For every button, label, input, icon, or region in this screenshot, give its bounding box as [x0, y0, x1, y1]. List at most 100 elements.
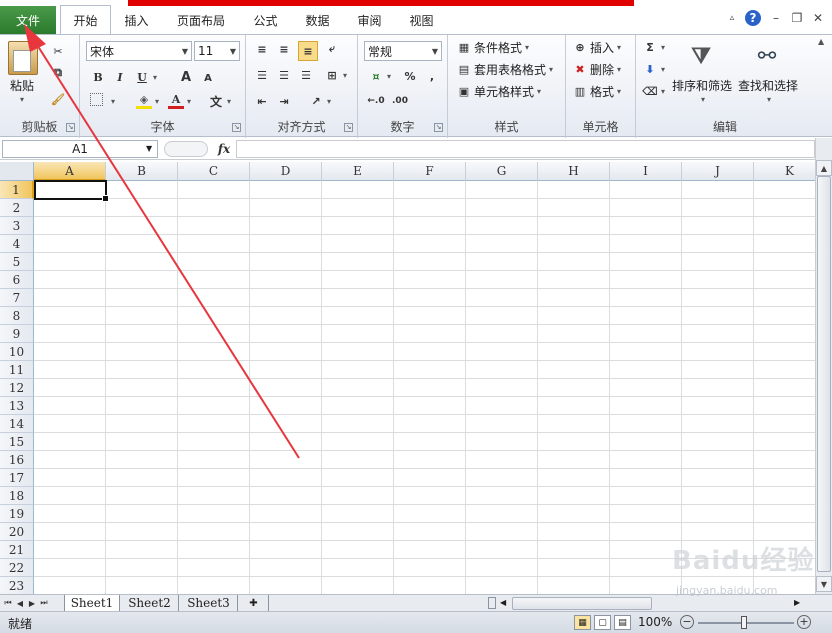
- row-header-22[interactable]: 22: [0, 559, 34, 577]
- horizontal-scroll-thumb[interactable]: [512, 597, 652, 610]
- row-header-15[interactable]: 15: [0, 433, 34, 451]
- paste-dropdown-icon[interactable]: ▾: [20, 95, 24, 104]
- number-launcher-icon[interactable]: ↘: [434, 123, 443, 132]
- autosum-button[interactable]: Σ ▾: [642, 39, 665, 55]
- normal-view-icon[interactable]: ▦: [574, 615, 591, 630]
- scroll-right-icon[interactable]: ▶: [794, 598, 800, 607]
- number-format-combo[interactable]: 常规 ▼: [364, 41, 442, 61]
- zoom-slider-thumb[interactable]: [741, 616, 747, 629]
- column-header-k[interactable]: K: [754, 162, 815, 181]
- sort-dropdown-icon[interactable]: ▾: [701, 95, 705, 104]
- fill-dropdown-icon[interactable]: ▾: [155, 97, 159, 106]
- font-launcher-icon[interactable]: ↘: [232, 123, 241, 132]
- clear-button[interactable]: ⌫ ▾: [642, 83, 665, 99]
- row-header-11[interactable]: 11: [0, 361, 34, 379]
- row-header-7[interactable]: 7: [0, 289, 34, 307]
- align-right-icon[interactable]: ☰: [298, 67, 314, 83]
- minimize-ribbon-icon[interactable]: ▵: [724, 10, 740, 26]
- row-header-1[interactable]: 1: [0, 181, 34, 199]
- comma-button[interactable]: ,: [424, 68, 440, 84]
- column-header-f[interactable]: F: [394, 162, 466, 181]
- scroll-down-icon[interactable]: ▼: [816, 576, 832, 592]
- sheet-tab-2[interactable]: Sheet2: [121, 595, 179, 611]
- row-header-14[interactable]: 14: [0, 415, 34, 433]
- find-dropdown-icon[interactable]: ▾: [767, 95, 771, 104]
- cells-area[interactable]: [34, 181, 815, 594]
- column-header-e[interactable]: E: [322, 162, 394, 181]
- tab-home[interactable]: 开始: [60, 5, 111, 35]
- format-as-table-button[interactable]: ▤ 套用表格格式 ▾: [456, 61, 553, 78]
- active-cell[interactable]: [34, 180, 109, 202]
- tab-file[interactable]: 文件: [0, 6, 56, 34]
- window-minimize-icon[interactable]: –: [768, 10, 784, 26]
- tab-review[interactable]: 审阅: [347, 6, 392, 34]
- binoculars-icon[interactable]: ⚯: [752, 39, 782, 73]
- tab-insert[interactable]: 插入: [114, 6, 159, 34]
- row-header-6[interactable]: 6: [0, 271, 34, 289]
- column-header-b[interactable]: B: [106, 162, 178, 181]
- name-box-dropdown-icon[interactable]: ▼: [146, 144, 152, 153]
- page-layout-view-icon[interactable]: ▢: [594, 615, 611, 630]
- sort-filter-button[interactable]: 排序和筛选: [672, 77, 732, 94]
- percent-button[interactable]: %: [402, 68, 418, 84]
- prev-sheet-icon[interactable]: ◀: [14, 595, 26, 611]
- zoom-in-icon[interactable]: +: [797, 615, 811, 629]
- font-size-combo[interactable]: 11 ▼: [194, 41, 240, 61]
- zoom-level[interactable]: 100%: [638, 615, 672, 629]
- column-header-d[interactable]: D: [250, 162, 322, 181]
- align-middle-icon[interactable]: ≡: [276, 41, 292, 57]
- cell-styles-button[interactable]: ▣ 单元格样式 ▾: [456, 83, 541, 100]
- scroll-up-icon[interactable]: ▲: [816, 160, 832, 176]
- vertical-scroll-thumb[interactable]: [817, 176, 831, 572]
- increase-indent-icon[interactable]: ⇥: [276, 93, 292, 109]
- formula-input[interactable]: [236, 140, 815, 158]
- underline-dropdown-icon[interactable]: ▾: [153, 73, 157, 82]
- insert-sheet-icon[interactable]: ✚: [239, 595, 269, 611]
- insert-cells-button[interactable]: ⊕ 插入 ▾: [572, 39, 621, 56]
- tab-formulas[interactable]: 公式: [243, 6, 288, 34]
- font-color-button[interactable]: A: [168, 93, 184, 109]
- row-header-21[interactable]: 21: [0, 541, 34, 559]
- column-header-j[interactable]: J: [682, 162, 754, 181]
- merge-center-icon[interactable]: ⊞: [324, 67, 340, 83]
- tab-split-handle[interactable]: [488, 597, 496, 609]
- phonetic-button[interactable]: 文: [208, 93, 224, 109]
- row-header-12[interactable]: 12: [0, 379, 34, 397]
- paste-button[interactable]: 粘贴: [10, 77, 34, 94]
- row-header-23[interactable]: 23: [0, 577, 34, 594]
- row-header-5[interactable]: 5: [0, 253, 34, 271]
- row-header-2[interactable]: 2: [0, 199, 34, 217]
- ribbon-scroll-icon[interactable]: ▲: [818, 37, 824, 46]
- column-header-c[interactable]: C: [178, 162, 250, 181]
- orientation-icon[interactable]: ↗: [308, 93, 324, 109]
- grow-font-button[interactable]: A: [178, 69, 194, 85]
- merge-dropdown-icon[interactable]: ▾: [343, 71, 347, 80]
- underline-button[interactable]: U: [134, 69, 150, 85]
- increase-decimal-icon[interactable]: ←.0: [366, 93, 386, 109]
- font-name-combo[interactable]: 宋体 ▼: [86, 41, 192, 61]
- sheet-tab-3[interactable]: Sheet3: [180, 595, 238, 611]
- first-sheet-icon[interactable]: ⏮: [2, 595, 14, 611]
- window-restore-icon[interactable]: ❐: [789, 10, 805, 26]
- font-color-dropdown-icon[interactable]: ▾: [187, 97, 191, 106]
- name-box[interactable]: A1: [2, 140, 158, 158]
- phonetic-dropdown-icon[interactable]: ▾: [227, 97, 231, 106]
- column-header-i[interactable]: I: [610, 162, 682, 181]
- align-top-icon[interactable]: ≡: [254, 41, 270, 57]
- find-select-button[interactable]: 查找和选择: [738, 77, 798, 94]
- row-header-19[interactable]: 19: [0, 505, 34, 523]
- orientation-dropdown-icon[interactable]: ▾: [327, 97, 331, 106]
- decrease-decimal-icon[interactable]: .00: [390, 93, 410, 109]
- row-header-4[interactable]: 4: [0, 235, 34, 253]
- vertical-scrollbar[interactable]: ▲ ▼: [815, 138, 832, 596]
- window-close-icon[interactable]: ✕: [810, 10, 826, 26]
- border-dropdown-icon[interactable]: ▾: [111, 97, 115, 106]
- alignment-launcher-icon[interactable]: ↘: [344, 123, 353, 132]
- tab-page-layout[interactable]: 页面布局: [166, 6, 236, 34]
- row-header-3[interactable]: 3: [0, 217, 34, 235]
- format-cells-button[interactable]: ▥ 格式 ▾: [572, 83, 621, 100]
- row-header-16[interactable]: 16: [0, 451, 34, 469]
- help-icon[interactable]: ?: [745, 10, 761, 26]
- sort-filter-icon[interactable]: ⧩: [686, 39, 716, 73]
- italic-button[interactable]: I: [112, 69, 128, 85]
